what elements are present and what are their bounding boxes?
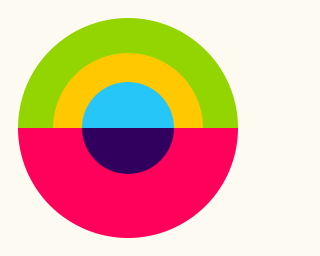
icon-canvas	[0, 0, 256, 256]
concentric-circle-logo	[0, 0, 256, 256]
